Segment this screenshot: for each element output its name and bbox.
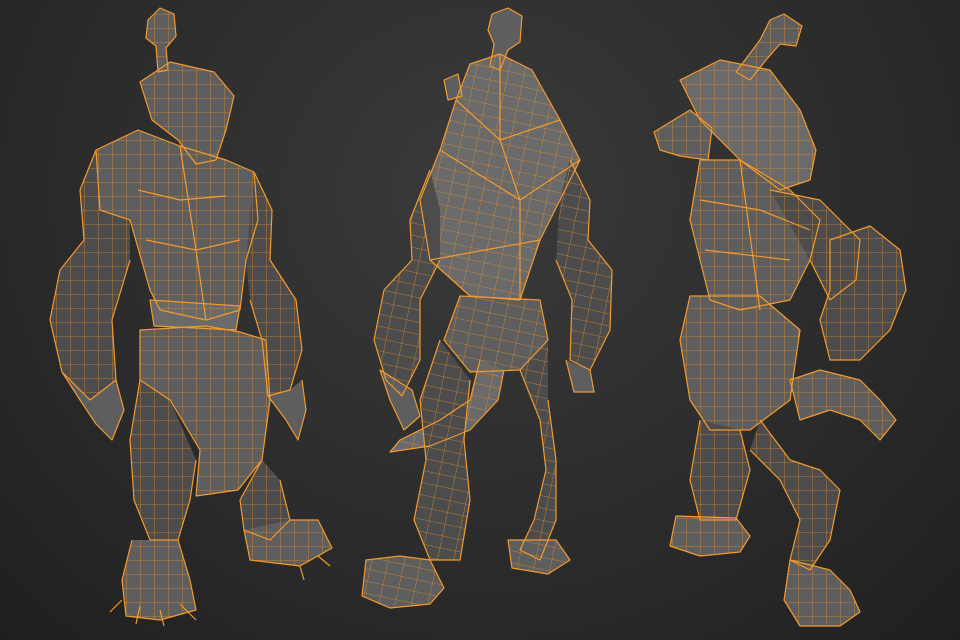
back-view-model: [361, 7, 613, 609]
front-view-model: [49, 7, 333, 627]
3d-viewport[interactable]: [0, 0, 960, 640]
side-view-model: [653, 13, 907, 627]
wireframe-render: [49, 7, 907, 627]
